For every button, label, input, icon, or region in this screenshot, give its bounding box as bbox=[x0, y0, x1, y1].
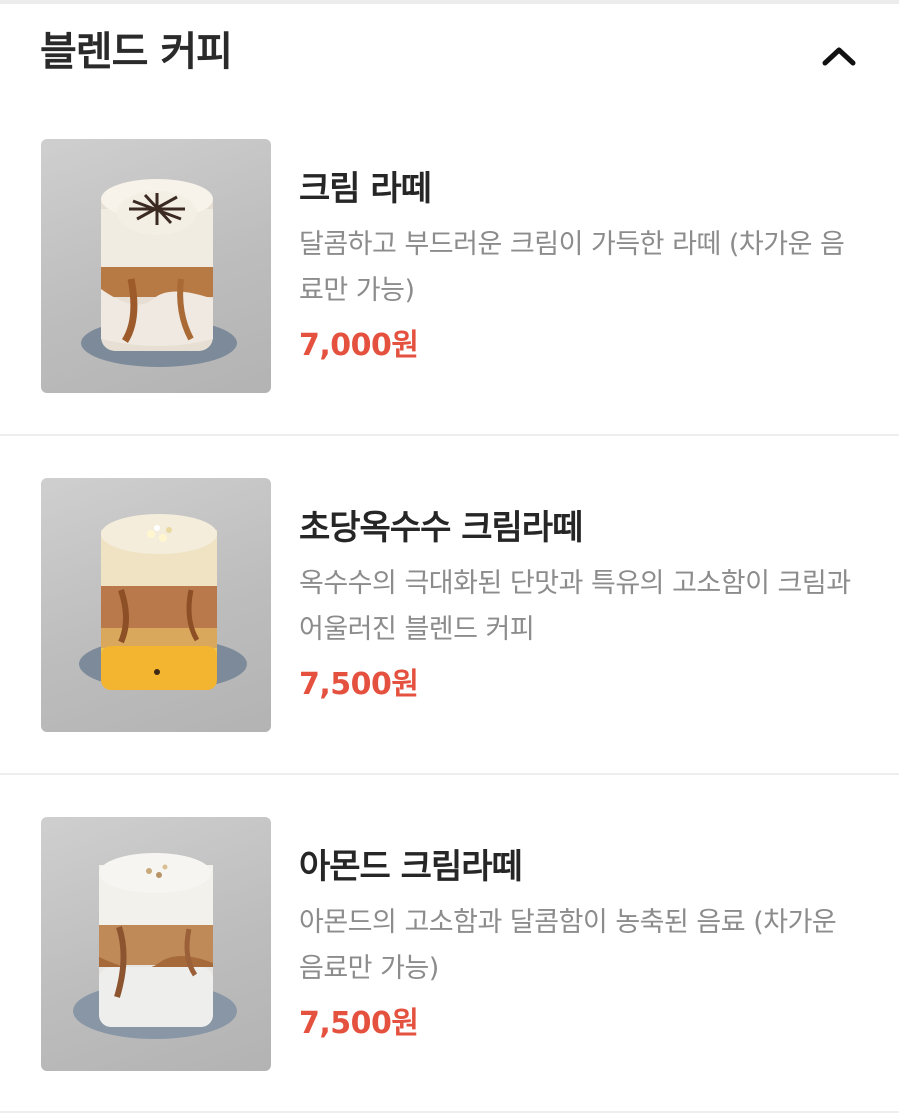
item-name: 크림 라떼 bbox=[299, 169, 432, 209]
item-price: 7,000원 bbox=[299, 328, 419, 363]
corn-cream-latte-photo bbox=[41, 478, 271, 732]
item-price: 7,500원 bbox=[299, 667, 419, 702]
collapse-button[interactable] bbox=[812, 32, 866, 80]
cream-latte-photo bbox=[41, 139, 271, 393]
item-description: 아몬드의 고소함과 달콤함이 농축된 음료 (차가운 음료만 가능) bbox=[299, 907, 837, 984]
menu-item-corn-cream-latte[interactable]: 초당옥수수 크림라떼 옥수수의 극대화된 단맛과 특유의 고소함이 크림과 어울… bbox=[0, 436, 899, 774]
item-name: 초당옥수수 크림라떼 bbox=[299, 508, 583, 548]
item-description: 달콤하고 부드러운 크림이 가득한 라떼 (차가운 음료만 가능) bbox=[299, 229, 845, 306]
menu-item-cream-latte[interactable]: 크림 라떼 달콤하고 부드러운 크림이 가득한 라떼 (차가운 음료만 가능) … bbox=[0, 104, 899, 442]
almond-cream-latte-photo bbox=[41, 817, 271, 1071]
chevron-up-icon bbox=[822, 47, 856, 66]
section-header[interactable]: 블렌드 커피 bbox=[0, 4, 899, 104]
item-description: 옥수수의 극대화된 단맛과 특유의 고소함이 크림과 어울러진 블렌드 커피 bbox=[299, 568, 851, 645]
item-price: 7,500원 bbox=[299, 1006, 419, 1041]
menu-item-almond-cream-latte[interactable]: 아몬드 크림라떼 아몬드의 고소함과 달콤함이 농축된 음료 (차가운 음료만 … bbox=[0, 775, 899, 1113]
item-name: 아몬드 크림라떼 bbox=[299, 847, 523, 887]
section-title: 블렌드 커피 bbox=[40, 29, 233, 75]
item-divider bbox=[0, 1111, 899, 1113]
